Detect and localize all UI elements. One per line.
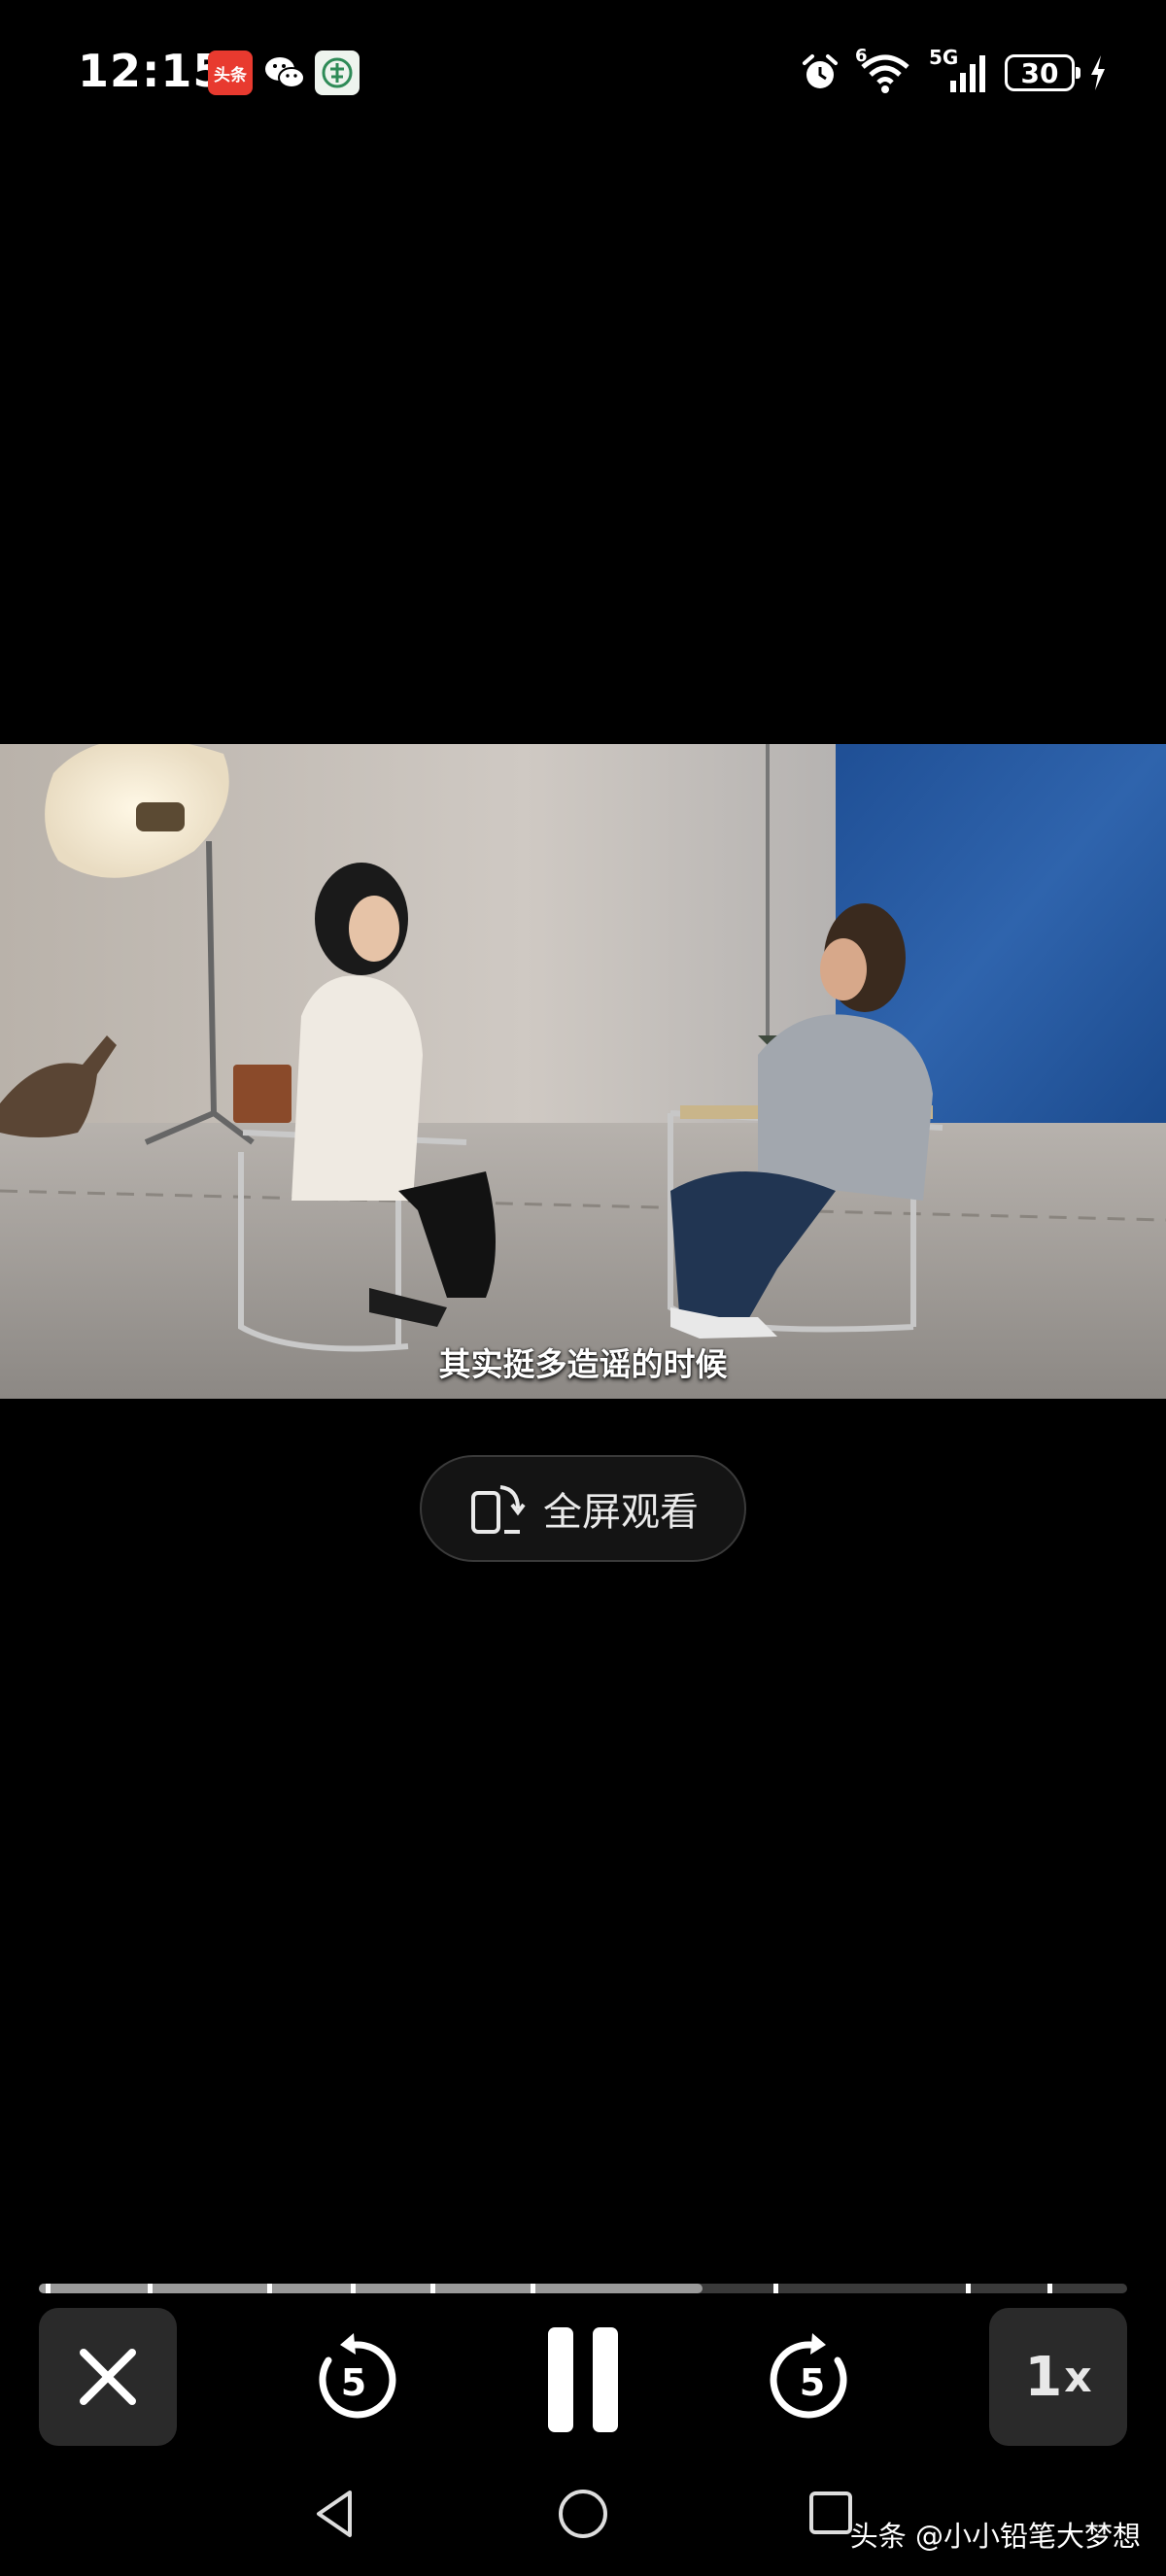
forward-seconds: 5 — [800, 2361, 825, 2404]
rewind-seconds: 5 — [341, 2361, 366, 2404]
progress-chapter-mark — [45, 2284, 51, 2293]
progress-played — [39, 2284, 703, 2293]
cellular-signal-icon: 5G — [929, 46, 991, 94]
rotate-screen-icon — [471, 1485, 526, 1534]
rewind-5-button[interactable]: 5 — [295, 2322, 412, 2438]
toutiao-app-icon: 头条 — [208, 51, 253, 95]
close-icon — [80, 2349, 136, 2405]
nav-back-icon[interactable] — [307, 2485, 365, 2543]
alarm-icon — [803, 54, 838, 88]
progress-chapter-mark — [430, 2284, 436, 2293]
playback-speed-button[interactable]: 1x — [989, 2308, 1127, 2446]
status-time: 12:15 — [78, 45, 225, 97]
video-player[interactable]: 其实挺多造谣的时候 — [0, 744, 1166, 1399]
progress-chapter-mark — [966, 2284, 972, 2293]
watermark: 头条 @小小铅笔大梦想 — [849, 2520, 1141, 2553]
video-frame-image — [0, 744, 1166, 1399]
progress-chapter-mark — [267, 2284, 273, 2293]
network-type: 5G — [929, 46, 959, 69]
video-progress-bar[interactable] — [39, 2284, 1127, 2293]
wifi-level: 6 — [855, 46, 868, 66]
pause-button[interactable] — [525, 2322, 641, 2438]
nav-home-icon[interactable] — [554, 2485, 612, 2543]
status-bar: 12:15 头条 6 5G 30 — [0, 0, 1166, 146]
fullscreen-label: 全屏观看 — [543, 1490, 699, 1535]
forward-5-button[interactable]: 5 — [754, 2322, 871, 2438]
video-subtitle: 其实挺多造谣的时候 — [438, 1345, 728, 1383]
close-button[interactable] — [39, 2308, 177, 2446]
pause-icon — [548, 2327, 618, 2432]
forward-icon: 5 — [770, 2333, 847, 2419]
fullscreen-button[interactable]: 全屏观看 — [420, 1455, 746, 1562]
progress-chapter-mark — [773, 2284, 778, 2293]
rewind-icon: 5 — [319, 2333, 396, 2419]
speed-suffix: x — [1064, 2352, 1092, 2402]
battery-level: 30 — [1020, 56, 1059, 89]
progress-chapter-mark — [531, 2284, 536, 2293]
battery-icon: 30 — [1005, 54, 1080, 91]
progress-chapter-mark — [1047, 2284, 1053, 2293]
status-icons: 6 5G 30 — [799, 46, 1108, 97]
speed-value: 1 — [1024, 2345, 1063, 2409]
progress-chapter-mark — [148, 2284, 153, 2293]
progress-chapter-mark — [351, 2284, 357, 2293]
wechat-icon — [262, 51, 307, 95]
wifi-icon: 6 — [855, 46, 915, 94]
app-icon — [315, 51, 360, 95]
charging-icon — [1091, 55, 1105, 90]
